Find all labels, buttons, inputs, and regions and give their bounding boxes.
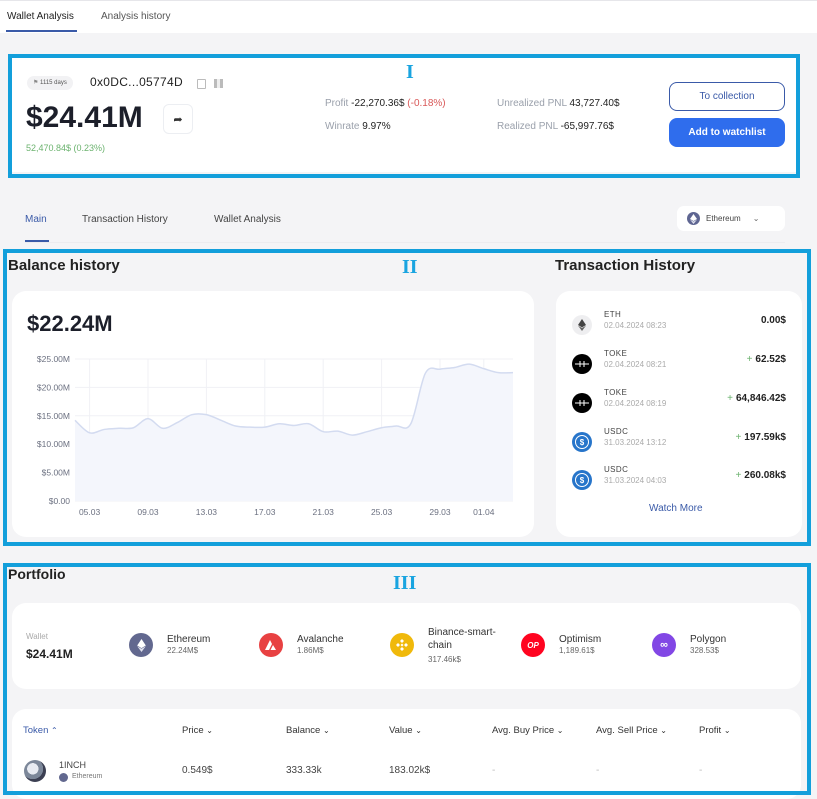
annotation-box-3 — [3, 563, 811, 795]
annotation-box-2 — [3, 249, 811, 546]
annotation-label-2: II — [402, 256, 418, 279]
annotation-label-3: III — [393, 572, 416, 595]
